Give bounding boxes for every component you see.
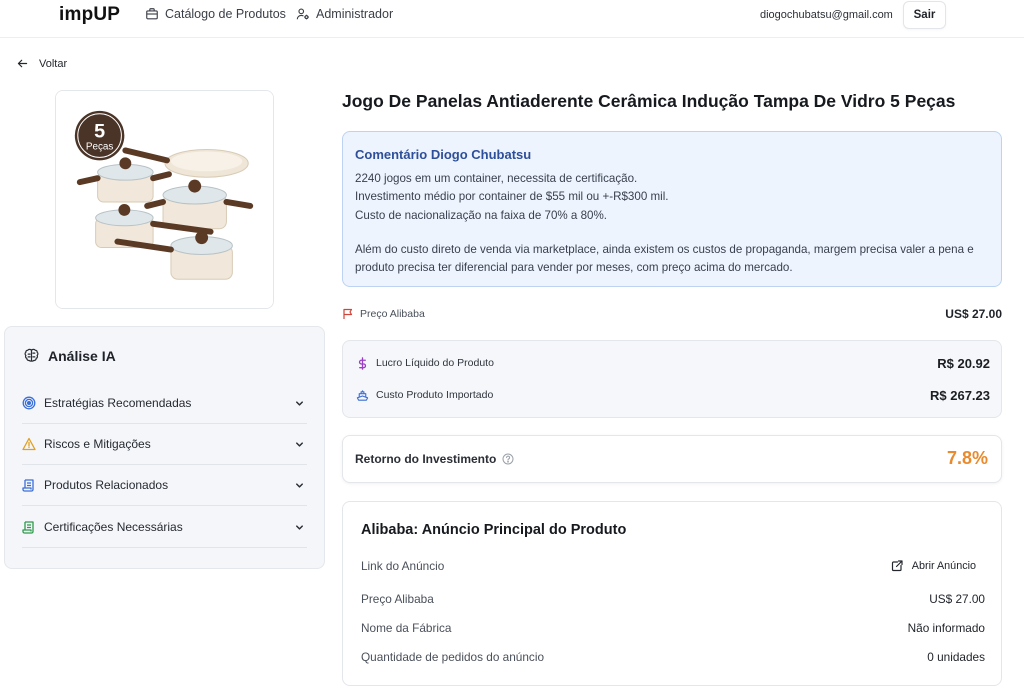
scroll-icon bbox=[22, 478, 36, 492]
top-navbar: impUP Catálogo de Produtos Administrador… bbox=[0, 0, 1024, 38]
back-label: Voltar bbox=[39, 57, 68, 70]
accordion-risks[interactable]: Riscos e Mitigações bbox=[22, 424, 307, 465]
ship-icon bbox=[356, 389, 369, 401]
brain-icon bbox=[24, 348, 39, 362]
import-cost-value: R$ 267.23 bbox=[930, 387, 990, 403]
accordion-related-products-label: Produtos Relacionados bbox=[44, 478, 169, 492]
accordion-related-products[interactable]: Produtos Relacionados bbox=[22, 465, 307, 506]
open-listing-label: Abrir Anúncio bbox=[911, 560, 976, 572]
nav-admin-link[interactable]: Administrador bbox=[296, 7, 393, 21]
factory-name-label: Nome da Fábrica bbox=[361, 621, 452, 635]
profit-summary-box: Lucro Líquido do Produto R$ 20.92 Custo … bbox=[342, 340, 1002, 418]
open-listing-button[interactable]: Abrir Anúncio bbox=[891, 560, 976, 572]
listing-row: Preço Alibaba US$ 27.00 bbox=[361, 589, 985, 609]
app-logo[interactable]: impUP bbox=[59, 4, 120, 26]
badge-number: 5 bbox=[94, 121, 105, 143]
roi-box: Retorno do Investimento 7.8% bbox=[342, 435, 1002, 483]
ai-analysis-title: Análise IA bbox=[23, 347, 116, 364]
badge-word: Peças bbox=[86, 141, 114, 152]
listing-price-label: Preço Alibaba bbox=[361, 592, 434, 606]
alibaba-listing-card: Alibaba: Anúncio Principal do Produto Li… bbox=[342, 501, 1002, 686]
alibaba-price-row: Preço Alibaba US$ 27.00 bbox=[342, 305, 1002, 323]
ai-analysis-label: Análise IA bbox=[48, 347, 116, 364]
chevron-down-icon bbox=[296, 524, 303, 530]
nav-catalog-link[interactable]: Catálogo de Produtos bbox=[145, 7, 286, 21]
product-image: 5 Peças bbox=[55, 90, 274, 309]
comment-title: Comentário Diogo Chubatsu bbox=[355, 147, 532, 162]
dollar-icon bbox=[358, 356, 367, 370]
comment-line: Custo de nacionalização na faixa de 70% … bbox=[355, 208, 608, 222]
import-cost-row: Custo Produto Importado R$ 267.23 bbox=[356, 385, 990, 405]
target-icon bbox=[22, 396, 36, 410]
ai-analysis-panel: Análise IA Estratégias Recomendadas Risc… bbox=[4, 326, 325, 569]
listing-price-value: US$ 27.00 bbox=[929, 592, 985, 606]
logout-button[interactable]: Sair bbox=[903, 1, 946, 29]
listing-link-row: Link do Anúncio Abrir Anúncio bbox=[361, 556, 985, 576]
external-link-icon bbox=[891, 560, 903, 572]
cookware-set-illustration: 5 Peças bbox=[56, 91, 273, 308]
chevron-down-icon bbox=[296, 441, 303, 447]
briefcase-icon bbox=[146, 8, 158, 20]
help-circle-icon[interactable] bbox=[502, 453, 514, 465]
alibaba-price-value: US$ 27.00 bbox=[945, 307, 1002, 321]
chevron-down-icon bbox=[296, 482, 303, 488]
user-email: diogochubatsu@gmail.com bbox=[760, 9, 893, 21]
back-link[interactable]: Voltar bbox=[16, 57, 67, 70]
net-profit-label: Lucro Líquido do Produto bbox=[376, 357, 494, 369]
chevron-down-icon bbox=[296, 400, 303, 406]
roi-value: 7.8% bbox=[946, 448, 988, 468]
import-cost-label: Custo Produto Importado bbox=[376, 389, 494, 401]
comment-paragraph: Além do custo direto de venda via market… bbox=[355, 242, 974, 275]
scroll-icon bbox=[22, 520, 36, 534]
flag-icon bbox=[343, 308, 353, 319]
accordion-strategies-label: Estratégias Recomendadas bbox=[44, 396, 192, 410]
accordion-strategies[interactable]: Estratégias Recomendadas bbox=[22, 383, 307, 424]
comment-line: 2240 jogos em um container, necessita de… bbox=[355, 172, 638, 185]
comment-box: Comentário Diogo Chubatsu 2240 jogos em … bbox=[342, 131, 1002, 287]
alibaba-price-label: Preço Alibaba bbox=[360, 308, 425, 320]
nav-catalog-label: Catálogo de Produtos bbox=[165, 7, 286, 21]
order-count-value: 0 unidades bbox=[927, 650, 985, 664]
arrow-left-icon bbox=[17, 59, 28, 68]
net-profit-row: Lucro Líquido do Produto R$ 20.92 bbox=[356, 353, 990, 373]
accordion-certifications-label: Certificações Necessárias bbox=[44, 520, 183, 534]
listing-row: Quantidade de pedidos do anúncio 0 unida… bbox=[361, 647, 985, 667]
listing-link-label: Link do Anúncio bbox=[361, 559, 445, 573]
order-count-label: Quantidade de pedidos do anúncio bbox=[361, 650, 545, 664]
nav-admin-label: Administrador bbox=[316, 7, 394, 21]
roi-label-group: Retorno do Investimento bbox=[355, 452, 514, 466]
warning-icon bbox=[22, 437, 36, 451]
listing-title: Alibaba: Anúncio Principal do Produto bbox=[361, 522, 627, 538]
user-settings-icon bbox=[296, 8, 309, 20]
comment-line: Investimento médio por container de $55 … bbox=[355, 190, 669, 204]
accordion-certifications[interactable]: Certificações Necessárias bbox=[22, 507, 307, 548]
factory-name-value: Não informado bbox=[907, 621, 985, 635]
comment-body: 2240 jogos em um container, necessita de… bbox=[355, 170, 991, 277]
product-title: Jogo De Panelas Antiaderente Cerâmica In… bbox=[342, 91, 956, 111]
roi-label: Retorno do Investimento bbox=[355, 452, 497, 466]
accordion-risks-label: Riscos e Mitigações bbox=[44, 437, 151, 451]
listing-row: Nome da Fábrica Não informado bbox=[361, 618, 985, 638]
net-profit-value: R$ 20.92 bbox=[937, 355, 990, 371]
